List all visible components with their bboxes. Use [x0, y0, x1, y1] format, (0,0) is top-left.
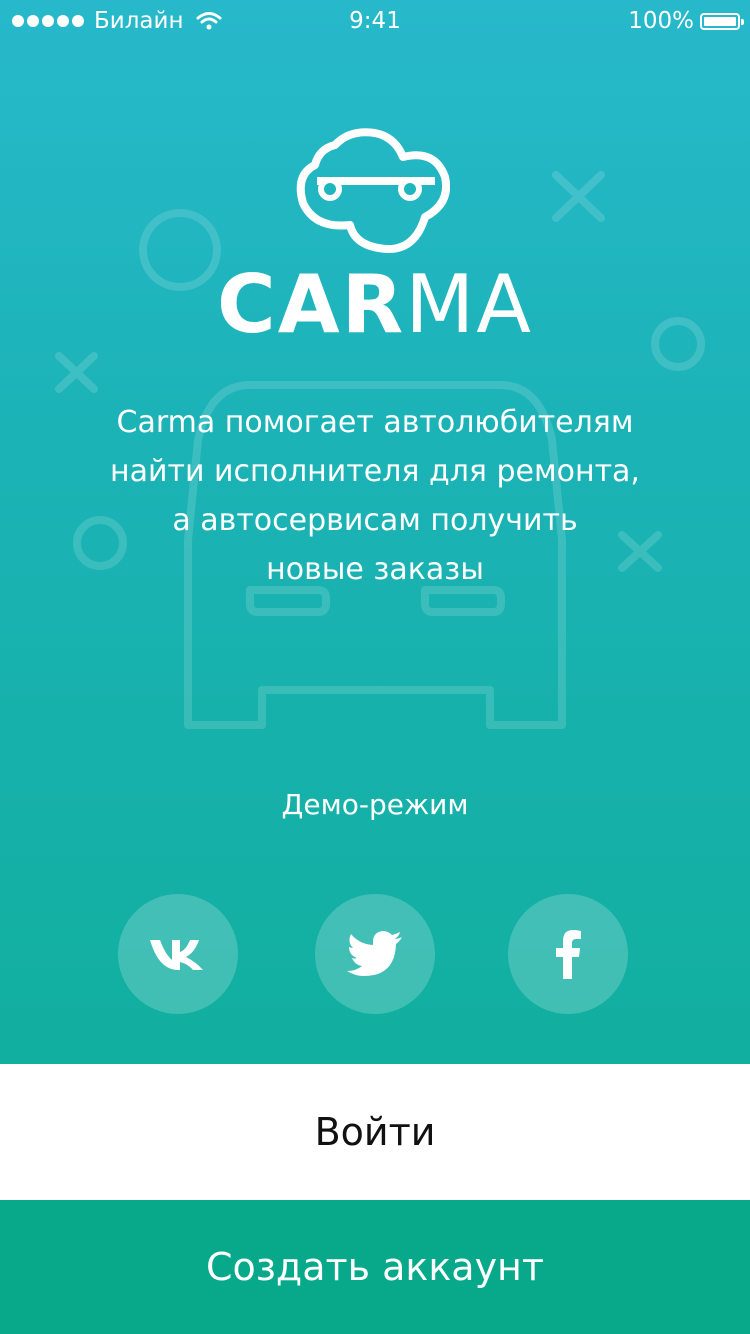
tagline-line: Carma помогает автолюбителям — [116, 405, 634, 440]
vk-login-button[interactable] — [118, 894, 238, 1014]
carma-logo-icon — [296, 128, 450, 253]
create-account-button[interactable]: Создать аккаунт — [0, 1200, 750, 1334]
tagline: Carma помогает автолюбителям найти испол… — [40, 398, 710, 594]
carma-wordmark: CARMA — [0, 265, 750, 345]
tagline-line: а автосервисам получить — [172, 503, 578, 538]
tagline-line: новые заказы — [266, 552, 484, 587]
hero-panel: Билайн 9:41 100% CARMA Carma помогает ав… — [0, 0, 750, 1064]
vk-icon — [150, 940, 203, 970]
facebook-login-button[interactable] — [508, 894, 628, 1014]
demo-mode-link[interactable]: Демо-режим — [0, 788, 750, 821]
twitter-icon — [347, 931, 402, 976]
wordmark-light: MA — [405, 258, 533, 351]
facebook-icon — [556, 930, 581, 979]
login-button[interactable]: Войти — [0, 1064, 750, 1200]
battery-icon — [700, 12, 744, 30]
wordmark-bold: CAR — [217, 258, 406, 351]
status-right: 100% — [628, 8, 744, 34]
battery-percent: 100% — [628, 8, 694, 34]
status-bar: Билайн 9:41 100% — [0, 0, 750, 40]
tagline-line: найти исполнителя для ремонта, — [110, 454, 640, 489]
twitter-login-button[interactable] — [315, 894, 435, 1014]
